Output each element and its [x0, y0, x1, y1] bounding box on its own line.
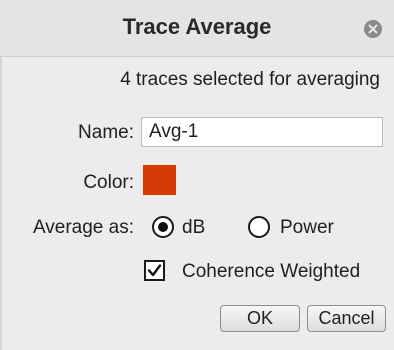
average-as-label: Average as: [32, 217, 134, 238]
radio-power[interactable] [248, 216, 270, 238]
selection-info: 4 traces selected for averaging [120, 69, 380, 90]
dialog-title: Trace Average [122, 14, 272, 39]
coherence-label[interactable]: Coherence Weighted [182, 261, 360, 283]
name-input[interactable] [141, 117, 383, 147]
cancel-button[interactable]: Cancel [307, 305, 386, 332]
ok-button[interactable]: OK [220, 305, 300, 332]
close-button[interactable] [364, 20, 382, 38]
radio-db[interactable] [152, 216, 174, 238]
radio-selected-dot [158, 222, 168, 232]
name-label: Name: [78, 122, 134, 143]
color-label: Color: [83, 172, 134, 193]
color-swatch[interactable] [143, 165, 176, 195]
radio-db-label[interactable]: dB [182, 217, 205, 239]
title-bar: Trace Average [0, 0, 394, 57]
coherence-checkbox[interactable] [144, 260, 165, 281]
radio-power-label[interactable]: Power [280, 217, 334, 239]
checkmark-icon [147, 264, 162, 277]
close-icon [368, 24, 378, 34]
